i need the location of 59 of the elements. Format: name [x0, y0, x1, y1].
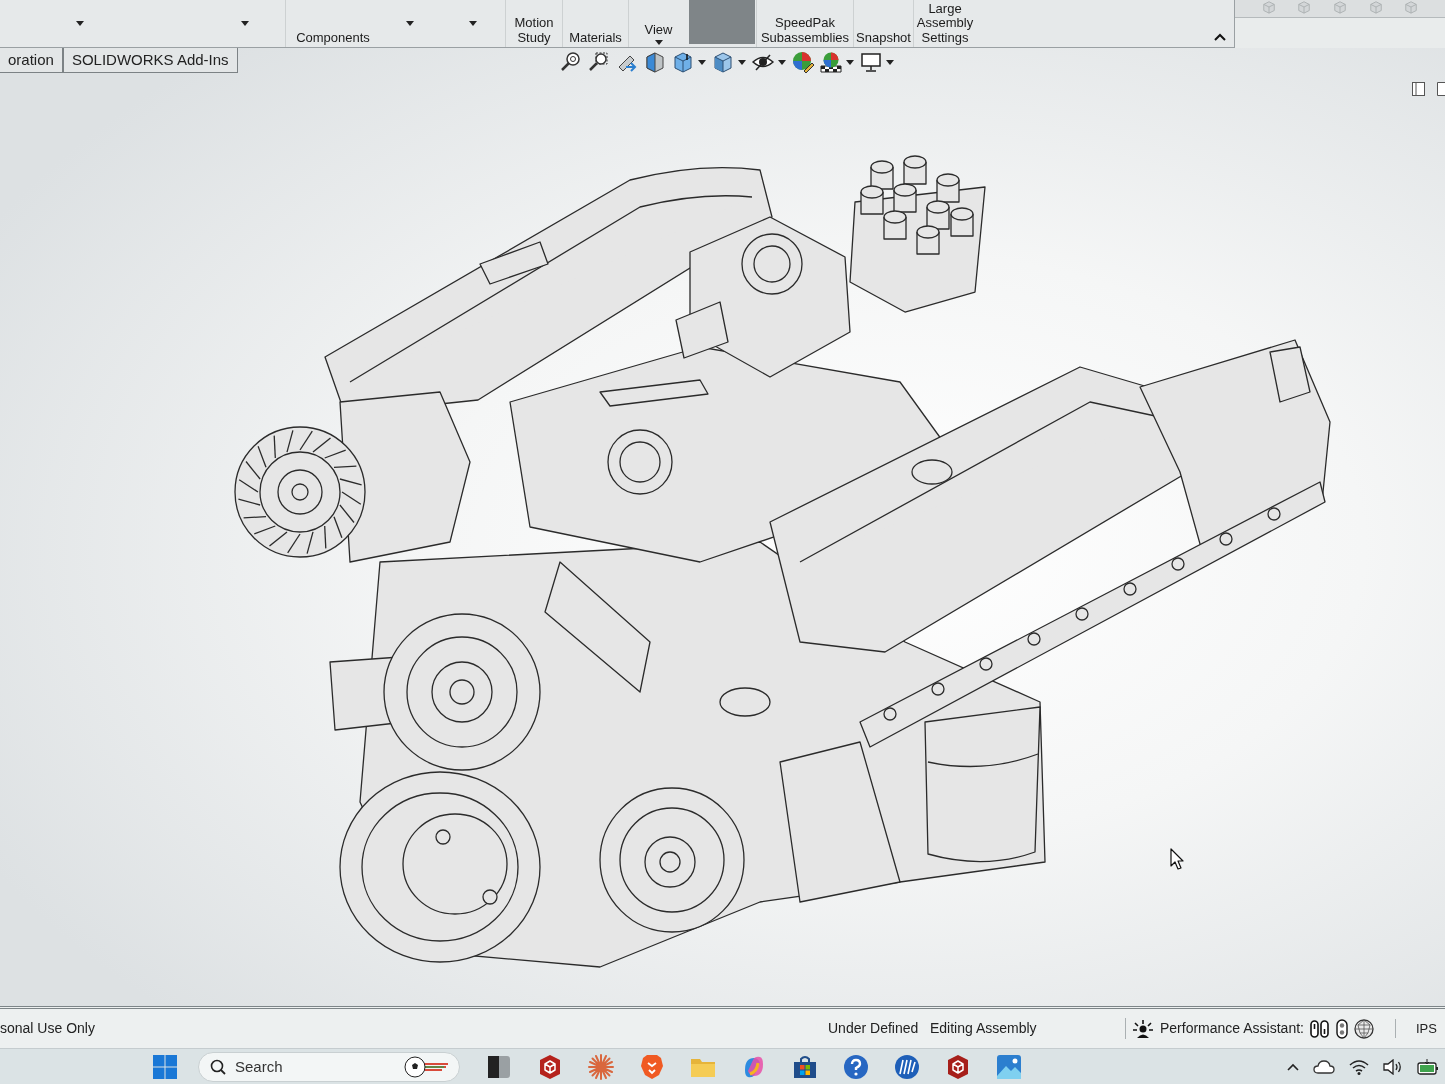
ribbon-button[interactable]: Materials [562, 0, 628, 47]
window-icon[interactable] [1437, 82, 1445, 96]
window-icon[interactable] [1412, 82, 1425, 96]
chevron-up-icon[interactable] [1287, 1062, 1299, 1071]
landscape-icon[interactable] [996, 1053, 1022, 1080]
tab[interactable]: SOLIDWORKS Add-Ins [62, 48, 238, 73]
caret-icon[interactable] [406, 21, 414, 26]
windows-logo-icon[interactable] [152, 1053, 178, 1080]
caret-icon[interactable] [654, 40, 663, 45]
sphere-pencil-icon[interactable] [792, 51, 814, 73]
sphere-checkered-icon[interactable] [820, 51, 842, 73]
units-label[interactable]: IPS [1395, 1018, 1445, 1039]
shaded-cube-icon[interactable] [712, 51, 734, 73]
traffic-light-icon[interactable] [1335, 1018, 1348, 1039]
shopping-bag-icon[interactable] [792, 1053, 818, 1080]
shield-icon[interactable] [639, 1053, 665, 1080]
monitor-icon[interactable] [860, 51, 882, 73]
status-text: Editing Assembly [930, 1019, 1038, 1038]
battery-icon[interactable] [1417, 1058, 1439, 1075]
ribbon-button[interactable]: Snapshot [853, 0, 913, 47]
caret-icon[interactable] [76, 21, 84, 26]
caret-icon[interactable] [738, 59, 746, 65]
person-rays-icon[interactable] [1132, 1018, 1154, 1039]
magnifier-icon[interactable] [588, 51, 610, 73]
sectioned-block-icon[interactable] [644, 51, 666, 73]
app-cube-icon[interactable] [945, 1053, 971, 1080]
circle-logo-icon[interactable] [894, 1053, 920, 1080]
caret-icon[interactable] [698, 59, 706, 65]
speaker-icon[interactable] [1383, 1058, 1403, 1075]
app-cube-icon[interactable] [537, 1053, 563, 1080]
cursor-icon [1170, 848, 1184, 870]
caret-icon[interactable] [778, 59, 786, 65]
cloud-icon[interactable] [1313, 1059, 1335, 1074]
starburst-icon[interactable] [588, 1053, 614, 1080]
magnifier-icon[interactable] [560, 51, 582, 73]
twin-pill-icon[interactable] [1309, 1018, 1330, 1039]
geodesic-sphere-icon[interactable] [1353, 1018, 1374, 1039]
help-icon[interactable] [843, 1053, 869, 1080]
chevron-up-icon[interactable] [1214, 33, 1226, 41]
soccer-ball-icon [404, 1055, 448, 1078]
status-label: Performance Assistant: [1160, 1019, 1304, 1038]
cube-icon[interactable] [672, 51, 694, 73]
ribbon-button[interactable]: Motion Study [505, 0, 562, 47]
ribbon-button[interactable]: View [628, 0, 688, 47]
caret-icon[interactable] [468, 21, 477, 26]
ribbon-button[interactable]: Large Assembly Settings [913, 0, 976, 47]
search-icon [210, 1058, 226, 1075]
ribbon-tile [689, 0, 755, 44]
status-text: Under Defined [828, 1019, 920, 1038]
app-tile-icon[interactable] [486, 1053, 512, 1080]
ribbon-button[interactable]: Components [285, 0, 380, 47]
caret-icon[interactable] [886, 59, 894, 65]
caret-icon[interactable] [241, 21, 249, 26]
caret-icon[interactable] [846, 59, 854, 65]
tab[interactable]: oration [0, 48, 63, 73]
ribbon-button[interactable]: SpeedPak Subassemblies [756, 0, 853, 47]
search-field[interactable]: Search [198, 1051, 460, 1082]
wifi-icon[interactable] [1349, 1058, 1369, 1075]
license-note: sonal Use Only [0, 1019, 96, 1038]
